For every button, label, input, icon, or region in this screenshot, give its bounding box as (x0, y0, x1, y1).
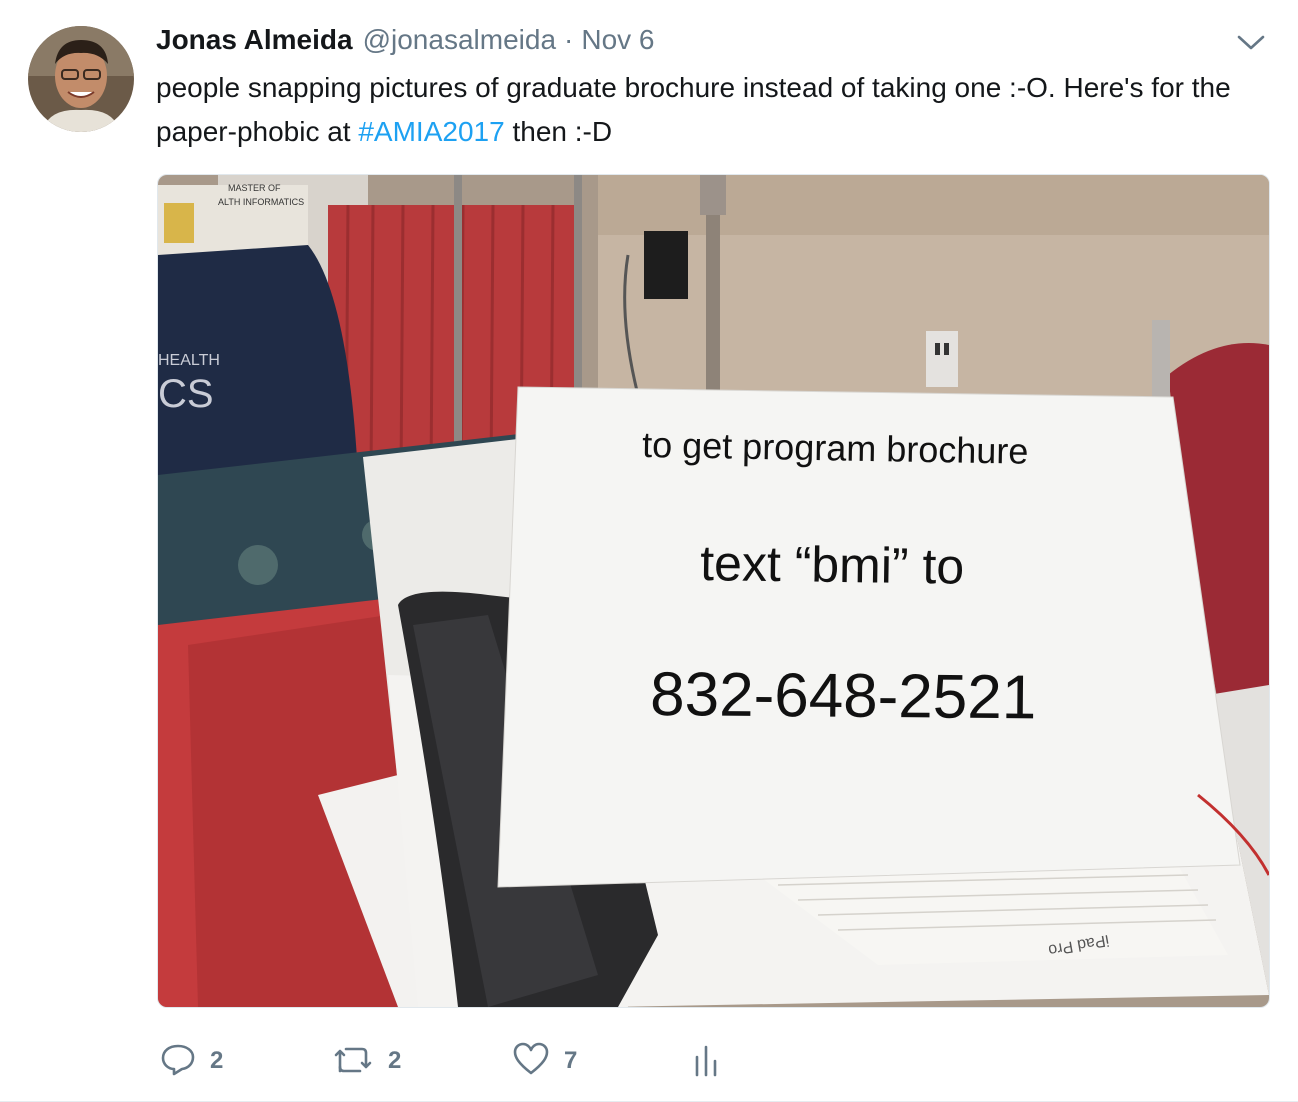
retweet-icon (332, 1041, 374, 1082)
retweet-count: 2 (388, 1047, 402, 1074)
tweet-text-part2: then :-D (504, 116, 613, 147)
retweet-button[interactable]: 2 (332, 1036, 401, 1086)
like-button[interactable]: 7 (512, 1036, 577, 1086)
booth-table-text2: CS (158, 372, 214, 416)
booth-table-text1: HEALTH (158, 352, 220, 369)
author-handle[interactable]: @jonasalmeida (363, 24, 556, 56)
sign-line1: to get program brochure (642, 424, 1029, 472)
chevron-down-icon[interactable] (1236, 30, 1266, 54)
timestamp[interactable]: Nov 6 (581, 24, 654, 56)
separator-dot: · (564, 24, 574, 55)
tweet-text: people snapping pictures of graduate bro… (156, 66, 1276, 154)
hashtag-link[interactable]: #AMIA2017 (358, 116, 504, 147)
tweet[interactable]: Jonas Almeida @jonasalmeida · Nov 6 peop… (0, 0, 1298, 1102)
reply-button[interactable]: 2 (160, 1036, 223, 1086)
tweet-header: Jonas Almeida @jonasalmeida · Nov 6 (156, 24, 655, 60)
tweet-actions: 2 2 7 (160, 1036, 860, 1086)
author-name[interactable]: Jonas Almeida (156, 24, 353, 56)
booth-banner-line2: ALTH INFORMATICS (218, 197, 304, 207)
sign-line2: text “bmi” to (700, 535, 965, 595)
reply-count: 2 (210, 1047, 224, 1074)
analytics-icon (692, 1041, 722, 1082)
booth-banner-line1: MASTER OF (228, 183, 281, 193)
reply-icon (160, 1041, 196, 1082)
analytics-button[interactable] (692, 1036, 722, 1086)
tweet-text-part1: people snapping pictures of graduate bro… (156, 72, 1231, 147)
avatar[interactable] (28, 26, 134, 132)
heart-icon (512, 1041, 550, 1082)
like-count: 7 (564, 1047, 578, 1074)
tweet-photo[interactable]: MASTER OF ALTH INFORMATICS HEALTH CS iPa… (157, 174, 1270, 1008)
sign-line3: 832-648-2521 (650, 660, 1037, 732)
